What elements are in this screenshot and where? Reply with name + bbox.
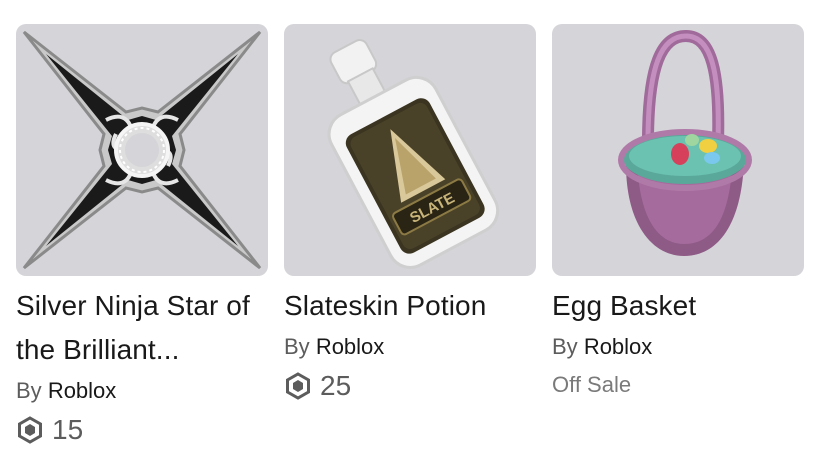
creator-link[interactable]: Roblox bbox=[48, 378, 116, 403]
item-creator: By Roblox bbox=[16, 372, 268, 410]
catalog-item-grid: Silver Ninja Star of the Brilliant... By… bbox=[16, 24, 804, 450]
by-label: By bbox=[284, 334, 310, 359]
item-name[interactable]: Slateskin Potion bbox=[284, 284, 536, 328]
item-card-silver-ninja-star[interactable]: Silver Ninja Star of the Brilliant... By… bbox=[16, 24, 268, 450]
potion-bottle-icon: SLATE bbox=[327, 39, 500, 269]
item-thumbnail[interactable] bbox=[16, 24, 268, 276]
item-thumbnail[interactable]: SLATE bbox=[284, 24, 536, 276]
ninja-star-icon bbox=[22, 30, 262, 270]
price-value: 25 bbox=[320, 370, 352, 401]
item-creator: By Roblox bbox=[552, 328, 804, 366]
egg-basket-icon bbox=[618, 29, 752, 256]
by-label: By bbox=[16, 378, 42, 403]
off-sale-status: Off Sale bbox=[552, 372, 632, 397]
robux-icon bbox=[284, 372, 312, 400]
item-card-slateskin-potion[interactable]: SLATE Slateskin Potion By Roblox 25 bbox=[284, 24, 536, 450]
item-creator: By Roblox bbox=[284, 328, 536, 366]
item-name[interactable]: Egg Basket bbox=[552, 284, 804, 328]
item-price: 25 bbox=[284, 366, 536, 406]
item-thumbnail[interactable] bbox=[552, 24, 804, 276]
creator-link[interactable]: Roblox bbox=[584, 334, 652, 359]
item-card-egg-basket[interactable]: Egg Basket By Roblox Off Sale bbox=[552, 24, 804, 450]
item-name[interactable]: Silver Ninja Star of the Brilliant... bbox=[16, 284, 268, 372]
robux-icon bbox=[16, 416, 44, 444]
creator-link[interactable]: Roblox bbox=[316, 334, 384, 359]
price-value: 15 bbox=[52, 414, 84, 445]
item-price: 15 bbox=[16, 410, 268, 450]
by-label: By bbox=[552, 334, 578, 359]
